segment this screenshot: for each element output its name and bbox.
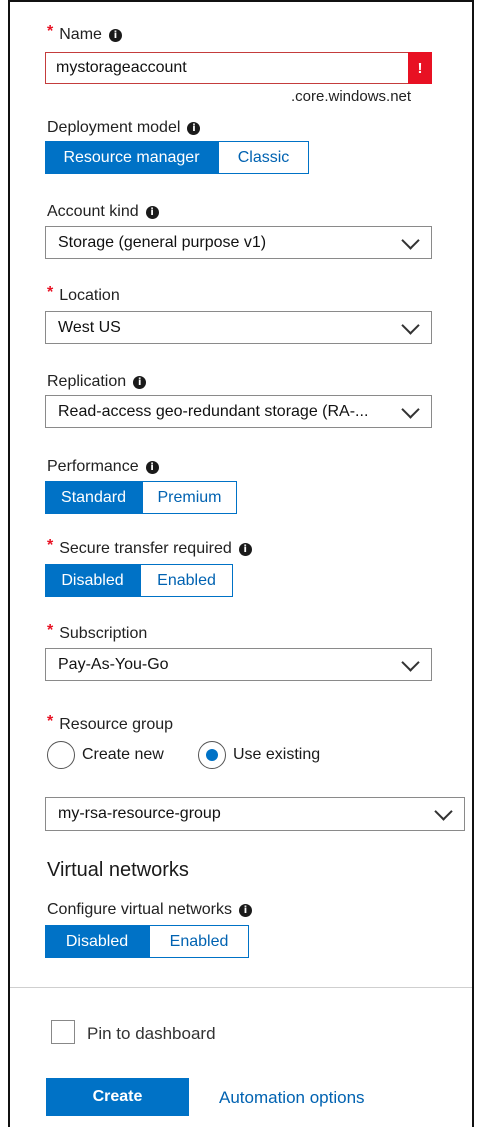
- deployment-model-label: Deployment model i: [47, 119, 201, 137]
- name-suffix: .core.windows.net: [291, 88, 412, 105]
- info-icon[interactable]: i: [108, 28, 122, 42]
- toggle-standard[interactable]: Standard: [45, 481, 142, 514]
- subscription-label: * Subscription: [47, 622, 148, 643]
- chevron-down-icon: [401, 399, 420, 419]
- automation-options-link[interactable]: Automation options: [219, 1088, 365, 1108]
- replication-label: Replication i: [47, 373, 147, 391]
- radio-button[interactable]: [47, 741, 75, 769]
- deployment-model-toggle: Resource manager Classic: [45, 141, 309, 174]
- toggle-classic[interactable]: Classic: [218, 141, 309, 174]
- toggle-resource-manager[interactable]: Resource manager: [45, 141, 218, 174]
- pin-to-dashboard-label: Pin to dashboard: [87, 1024, 216, 1043]
- secure-transfer-toggle: Disabled Enabled: [45, 564, 233, 597]
- replication-value: Read-access geo-redundant storage (RA-..…: [58, 402, 369, 420]
- subscription-value: Pay-As-You-Go: [58, 655, 169, 673]
- info-icon[interactable]: i: [238, 903, 252, 917]
- configure-vnets-label: Configure virtual networks i: [47, 901, 252, 919]
- chevron-down-icon: [434, 802, 453, 821]
- performance-label: Performance i: [47, 458, 159, 476]
- info-icon[interactable]: i: [187, 121, 201, 135]
- name-input[interactable]: mystorageaccount !: [45, 52, 432, 84]
- required-marker: *: [47, 537, 54, 554]
- name-input-value: mystorageaccount: [56, 59, 187, 76]
- footer-divider: [10, 987, 472, 988]
- info-icon[interactable]: i: [145, 205, 159, 219]
- toggle-premium[interactable]: Premium: [142, 481, 237, 514]
- radio-dot-icon: [206, 749, 218, 761]
- chevron-down-icon: [401, 315, 420, 335]
- secure-transfer-label: * Secure transfer required i: [47, 537, 252, 558]
- resource-group-dropdown[interactable]: my-rsa-resource-group: [45, 797, 465, 831]
- info-icon[interactable]: i: [133, 375, 147, 389]
- toggle-secure-disabled[interactable]: Disabled: [45, 564, 140, 597]
- location-label: * Location: [47, 284, 120, 305]
- create-button[interactable]: Create: [46, 1078, 189, 1116]
- toggle-vnet-enabled[interactable]: Enabled: [149, 925, 249, 958]
- chevron-down-icon: [401, 652, 420, 672]
- pin-checkbox[interactable]: [51, 1020, 75, 1044]
- replication-dropdown[interactable]: Read-access geo-redundant storage (RA-..…: [45, 395, 432, 428]
- name-label: * Name i: [47, 23, 122, 44]
- toggle-secure-enabled[interactable]: Enabled: [140, 564, 233, 597]
- account-kind-label: Account kind i: [47, 203, 159, 221]
- vnet-toggle: Disabled Enabled: [45, 925, 249, 958]
- radio-use-existing[interactable]: Use existing: [198, 741, 320, 769]
- required-marker: *: [47, 284, 54, 301]
- required-marker: *: [47, 23, 54, 40]
- account-kind-value: Storage (general purpose v1): [58, 233, 267, 251]
- virtual-networks-heading: Virtual networks: [47, 859, 189, 881]
- info-icon[interactable]: i: [238, 542, 252, 556]
- chevron-down-icon: [401, 230, 420, 250]
- required-marker: *: [47, 713, 54, 730]
- location-value: West US: [58, 318, 121, 336]
- required-marker: *: [47, 622, 54, 639]
- subscription-dropdown[interactable]: Pay-As-You-Go: [45, 648, 432, 681]
- performance-toggle: Standard Premium: [45, 481, 237, 514]
- resource-group-value: my-rsa-resource-group: [58, 805, 221, 822]
- toggle-vnet-disabled[interactable]: Disabled: [45, 925, 149, 958]
- info-icon[interactable]: i: [145, 460, 159, 474]
- account-kind-dropdown[interactable]: Storage (general purpose v1): [45, 226, 432, 259]
- radio-button-selected[interactable]: [198, 741, 226, 769]
- error-icon: !: [408, 52, 432, 84]
- location-dropdown[interactable]: West US: [45, 311, 432, 344]
- resource-group-label: * Resource group: [47, 713, 174, 734]
- radio-create-new[interactable]: Create new: [47, 741, 164, 769]
